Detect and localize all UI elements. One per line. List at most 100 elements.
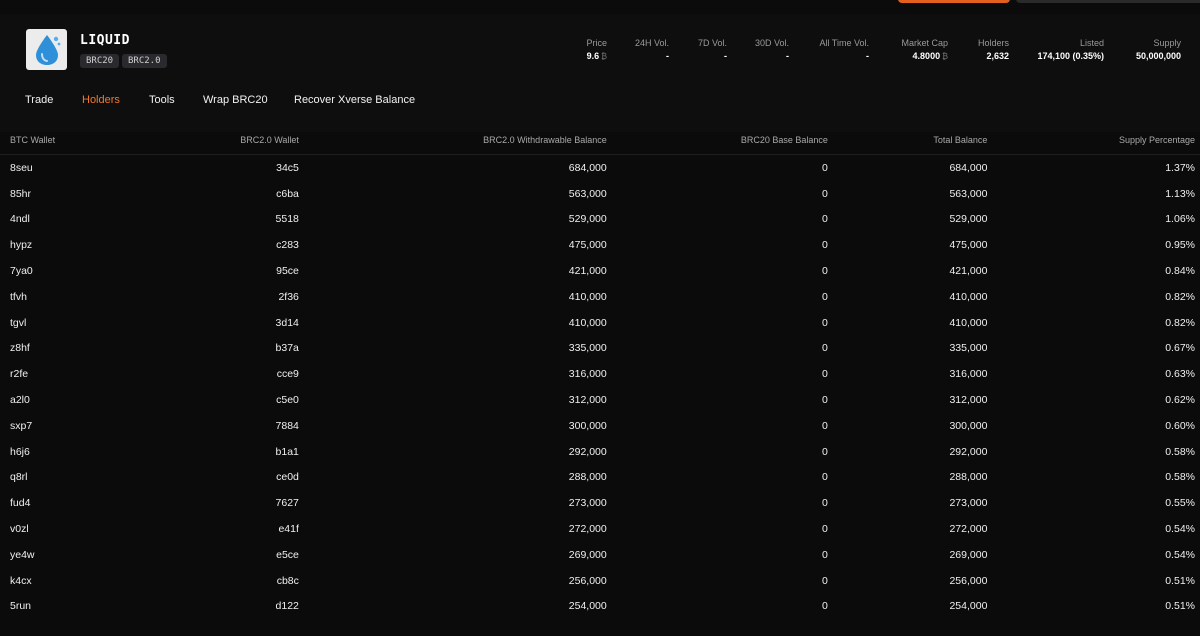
tab-trade[interactable]: Trade (25, 94, 53, 106)
btc-wallet-cell[interactable]: tgvl (0, 310, 83, 336)
total-balance-cell: 300,000 (949, 419, 988, 432)
table-row[interactable]: hypz c283 475,000 0 475,000 0.95% (0, 232, 1200, 258)
table-row[interactable]: sxp7 7884 300,000 0 300,000 0.60% (0, 413, 1200, 439)
brc2-wallet-cell[interactable]: c5e0 (83, 387, 304, 413)
btc-wallet-cell[interactable]: a2l0 (0, 387, 83, 413)
withdrawable-balance-cell: 312,000 (568, 394, 607, 407)
base-balance-cell: 0 (822, 290, 828, 303)
withdrawable-balance-cell: 410,000 (568, 290, 607, 303)
stat-label: Listed (1079, 38, 1104, 48)
brc2-wallet-cell[interactable]: e5ce (83, 542, 304, 568)
base-balance-cell: 0 (822, 239, 828, 252)
search-bar[interactable] (1016, 0, 1200, 3)
table-row[interactable]: z8hf b37a 335,000 0 335,000 0.67% (0, 336, 1200, 362)
table-row[interactable]: r2fe cce9 316,000 0 316,000 0.63% (0, 361, 1200, 387)
brc2-wallet-cell[interactable]: 7627 (83, 490, 304, 516)
withdrawable-balance-cell: 563,000 (568, 187, 607, 200)
btc-wallet-cell[interactable]: v0zl (0, 516, 83, 542)
header-total-balance[interactable]: Total Balance (832, 126, 993, 155)
base-balance-cell: 0 (822, 574, 828, 587)
table-row[interactable]: ye4w e5ce 269,000 0 269,000 0.54% (0, 542, 1200, 568)
table-row[interactable]: q8rl ce0d 288,000 0 288,000 0.58% (0, 465, 1200, 491)
withdrawable-balance-cell: 410,000 (568, 316, 607, 329)
header-btc-wallet[interactable]: BTC Wallet (0, 126, 83, 155)
total-balance-cell: 256,000 (949, 574, 988, 587)
table-row[interactable]: k4cx cb8c 256,000 0 256,000 0.51% (0, 568, 1200, 594)
btc-wallet-cell[interactable]: 8seu (0, 155, 83, 181)
table-row[interactable]: tfvh 2f36 410,000 0 410,000 0.82% (0, 284, 1200, 310)
supply-percentage-cell: 0.82% (1165, 316, 1195, 329)
brc2-wallet-cell[interactable]: 7884 (83, 413, 304, 439)
brc2-wallet-cell[interactable]: 3d14 (83, 310, 304, 336)
brc2-wallet-cell[interactable]: 34c5 (83, 155, 304, 181)
btc-wallet-cell[interactable]: z8hf (0, 336, 83, 362)
brc2-wallet-cell[interactable]: c6ba (83, 181, 304, 207)
stat-label: Holders (977, 38, 1009, 48)
header-brc20-base-balance[interactable]: BRC20 Base Balance (611, 126, 833, 155)
stat-label: Price (586, 38, 607, 48)
base-balance-cell: 0 (822, 497, 828, 510)
btc-wallet-cell[interactable]: q8rl (0, 465, 83, 491)
table-row[interactable]: fud4 7627 273,000 0 273,000 0.55% (0, 490, 1200, 516)
brc2-wallet-cell[interactable]: c283 (83, 232, 304, 258)
table-row[interactable]: 4ndl 5518 529,000 0 529,000 1.06% (0, 207, 1200, 233)
header-brc2-wallet[interactable]: BRC2.0 Wallet (82, 126, 304, 155)
brc2-wallet-cell[interactable]: 95ce (83, 258, 304, 284)
total-balance-cell: 273,000 (949, 497, 988, 510)
table-row[interactable]: 8seu 34c5 684,000 0 684,000 1.37% (0, 155, 1200, 181)
brc2-wallet-cell[interactable]: 2f36 (83, 284, 304, 310)
total-balance-cell: 410,000 (949, 290, 988, 303)
table-row[interactable]: v0zl e41f 272,000 0 272,000 0.54% (0, 516, 1200, 542)
table-row[interactable]: 7ya0 95ce 421,000 0 421,000 0.84% (0, 258, 1200, 284)
header-supply-percentage[interactable]: Supply Percentage (992, 126, 1200, 155)
connect-wallet-button[interactable] (898, 0, 1010, 3)
tab-tools[interactable]: Tools (149, 94, 175, 106)
base-balance-cell: 0 (822, 316, 828, 329)
total-balance-cell: 312,000 (949, 394, 988, 407)
btc-wallet-cell[interactable]: r2fe (0, 361, 83, 387)
btc-wallet-cell[interactable]: sxp7 (0, 413, 83, 439)
total-balance-cell: 254,000 (949, 600, 988, 613)
brc2-wallet-cell[interactable]: e41f (83, 516, 304, 542)
tab-holders[interactable]: Holders (82, 94, 120, 106)
stat-value: - (666, 51, 669, 61)
table-row[interactable]: tgvl 3d14 410,000 0 410,000 0.82% (0, 310, 1200, 336)
table-row[interactable]: 85hr c6ba 563,000 0 563,000 1.13% (0, 181, 1200, 207)
total-balance-cell: 316,000 (949, 368, 988, 381)
token-name: LIQUID (80, 33, 130, 48)
btc-wallet-cell[interactable]: h6j6 (0, 439, 83, 465)
withdrawable-balance-cell: 316,000 (568, 368, 607, 381)
header-brc2-withdrawable-balance[interactable]: BRC2.0 Withdrawable Balance (303, 126, 612, 155)
tab-wrap-brc20[interactable]: Wrap BRC20 (203, 94, 268, 106)
stat-label: 30D Vol. (754, 38, 789, 48)
brc2-wallet-cell[interactable]: 5518 (83, 207, 304, 233)
btc-wallet-cell[interactable]: hypz (0, 232, 83, 258)
table-row[interactable]: h6j6 b1a1 292,000 0 292,000 0.58% (0, 439, 1200, 465)
btc-wallet-cell[interactable]: tfvh (0, 284, 83, 310)
tab-recover-xverse-balance[interactable]: Recover Xverse Balance (294, 94, 415, 106)
btc-wallet-cell[interactable]: 85hr (0, 181, 83, 207)
btc-wallet-cell[interactable]: ye4w (0, 542, 83, 568)
total-balance-cell: 288,000 (949, 471, 988, 484)
btc-wallet-cell[interactable]: 4ndl (0, 207, 83, 233)
table-row[interactable]: 5run d122 254,000 0 254,000 0.51% (0, 594, 1200, 620)
btc-wallet-cell[interactable]: k4cx (0, 568, 83, 594)
brc2-wallet-cell[interactable]: b37a (83, 336, 304, 362)
stat-value: 9.6 (586, 51, 600, 61)
base-balance-cell: 0 (822, 419, 828, 432)
stat-value: 4.8000 (912, 51, 941, 61)
table-row[interactable]: a2l0 c5e0 312,000 0 312,000 0.62% (0, 387, 1200, 413)
withdrawable-balance-cell: 272,000 (568, 523, 607, 536)
brc2-wallet-cell[interactable]: cce9 (83, 361, 304, 387)
brc2-wallet-cell[interactable]: ce0d (83, 465, 304, 491)
stat-label: 24H Vol. (634, 38, 669, 48)
btc-wallet-cell[interactable]: 7ya0 (0, 258, 83, 284)
brc2-wallet-cell[interactable]: d122 (83, 594, 304, 620)
btc-wallet-cell[interactable]: 5run (0, 594, 83, 620)
total-balance-cell: 292,000 (949, 445, 988, 458)
brc2-wallet-cell[interactable]: cb8c (83, 568, 304, 594)
stat-7d-vol: 7D Vol. - (698, 38, 727, 63)
btc-wallet-cell[interactable]: fud4 (0, 490, 83, 516)
brc2-wallet-cell[interactable]: b1a1 (83, 439, 304, 465)
stat-price: Price 9.6 ₿ (586, 38, 607, 64)
